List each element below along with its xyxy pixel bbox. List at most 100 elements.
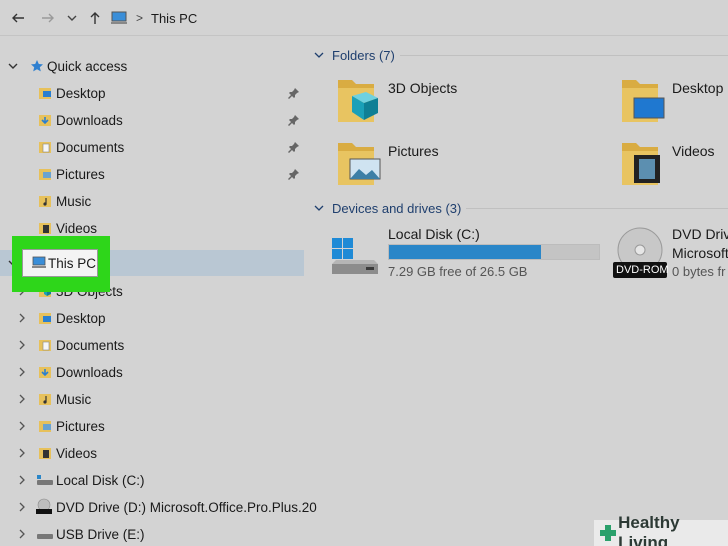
sidebar-item-label: DVD Drive (D:) Microsoft.Office.Pro.Plus… (56, 499, 317, 515)
folder-tile-3d-objects[interactable]: 3D Objects (334, 74, 584, 130)
sidebar-item-desktop[interactable]: Desktop (0, 305, 304, 331)
section-title: Devices and drives (3) (332, 200, 462, 216)
breadcrumb-this-pc[interactable]: This PC (151, 11, 197, 26)
sidebar-item-label: Downloads (56, 112, 123, 128)
forward-button[interactable] (38, 8, 58, 28)
sidebar-item-quick-pictures[interactable]: Pictures (0, 161, 304, 187)
sidebar-item-label: Local Disk (C:) (56, 472, 145, 488)
sidebar-item-music[interactable]: Music (0, 386, 304, 412)
sidebar-item-label: Desktop (56, 85, 106, 101)
section-divider (400, 55, 728, 56)
sidebar-item-label: Videos (56, 220, 98, 236)
chevron-down-icon (314, 205, 324, 211)
sidebar-item-downloads[interactable]: Downloads (0, 359, 304, 385)
chevron-right-icon[interactable] (17, 529, 27, 539)
videos-folder-icon (38, 221, 52, 235)
videos-folder-icon (622, 143, 660, 185)
pictures-folder-icon (38, 167, 52, 181)
up-button[interactable] (85, 8, 105, 28)
sidebar-item-label: Pictures (56, 166, 105, 182)
navigation-pane: Quick access Desktop Downloads Documents… (0, 40, 317, 546)
sidebar-item-label: Pictures (56, 418, 105, 434)
drive-free-space: 7.29 GB free of 26.5 GB (388, 264, 528, 279)
sidebar-item-label: Music (56, 193, 92, 209)
sidebar-item-label: Documents (56, 337, 125, 353)
sidebar-item-quick-downloads[interactable]: Downloads (0, 107, 304, 133)
chevron-right-icon[interactable] (17, 502, 27, 512)
pictures-folder-icon (338, 143, 381, 185)
pin-icon (288, 87, 300, 99)
this-pc-highlighted-item[interactable]: This PC (22, 249, 98, 277)
folder-label: 3D Objects (388, 80, 458, 96)
folder-tile-desktop[interactable]: Desktop (618, 74, 728, 130)
chevron-right-icon[interactable] (17, 394, 27, 404)
sidebar-item-label: Quick access (47, 58, 128, 74)
chevron-right-icon[interactable] (17, 475, 27, 485)
recent-locations-button[interactable] (62, 8, 82, 28)
chevron-right-icon[interactable] (17, 421, 27, 431)
folder-tile-videos[interactable]: Videos (618, 137, 728, 193)
computer-icon (31, 256, 47, 273)
sidebar-item-quick-music[interactable]: Music (0, 188, 304, 214)
star-icon (30, 59, 44, 73)
music-folder-icon (38, 194, 52, 208)
sidebar-item-label: Desktop (56, 310, 106, 326)
breadcrumb[interactable]: > This PC (110, 8, 197, 28)
dvd-rom-badge: DVD-ROM (616, 264, 669, 276)
downloads-folder-icon (38, 113, 52, 127)
chevron-right-icon[interactable] (17, 448, 27, 458)
back-button[interactable] (8, 8, 28, 28)
sidebar-item-label: Downloads (56, 364, 123, 380)
section-divider (466, 208, 728, 209)
3d-objects-folder-icon (338, 80, 378, 122)
breadcrumb-separator: > (136, 11, 144, 25)
videos-folder-icon (38, 446, 52, 460)
documents-folder-icon (38, 338, 52, 352)
desktop-folder-icon (38, 311, 52, 325)
hard-drive-icon (332, 238, 378, 274)
drive-free-space: 0 bytes fr (672, 264, 726, 279)
arrow-up-icon (90, 12, 100, 24)
drive-label: DVD Drive (672, 226, 728, 242)
folder-tile-pictures[interactable]: Pictures (334, 137, 584, 193)
section-title: Folders (7) (332, 47, 395, 63)
pictures-folder-icon (38, 419, 52, 433)
sidebar-item-label: USB Drive (E:) (56, 526, 145, 542)
sidebar-item-pictures[interactable]: Pictures (0, 413, 304, 439)
pin-icon (288, 114, 300, 126)
sidebar-item-quick-access[interactable]: Quick access (0, 53, 304, 79)
sidebar-item-usb-drive[interactable]: USB Drive (E:) (0, 521, 304, 546)
desktop-folder-icon (38, 86, 52, 100)
chevron-down-icon (67, 15, 77, 21)
sidebar-item-dvd-drive[interactable]: DVD Drive (D:) Microsoft.Office.Pro.Plus… (0, 494, 317, 520)
sidebar-item-quick-documents[interactable]: Documents (0, 134, 304, 160)
computer-icon (111, 11, 127, 24)
sidebar-item-quick-desktop[interactable]: Desktop (0, 80, 304, 106)
drive-usage-bar (388, 244, 600, 260)
chevron-down-icon[interactable] (8, 61, 18, 71)
drive-label: Local Disk (C:) (388, 226, 480, 242)
drive-sublabel: Microsoft (672, 245, 728, 261)
pin-icon (288, 141, 300, 153)
chevron-right-icon[interactable] (17, 313, 27, 323)
devices-section-header[interactable]: Devices and drives (3) (314, 198, 461, 218)
sidebar-item-local-disk[interactable]: Local Disk (C:) (0, 467, 304, 493)
sidebar-item-documents[interactable]: Documents (0, 332, 304, 358)
usb-drive-icon (36, 527, 54, 541)
arrow-right-icon (42, 13, 54, 23)
chevron-right-icon[interactable] (17, 340, 27, 350)
chevron-down-icon (314, 52, 324, 58)
sidebar-item-videos[interactable]: Videos (0, 440, 304, 466)
plus-icon (600, 525, 617, 541)
pin-icon (288, 168, 300, 180)
folder-label: Desktop (672, 80, 724, 96)
desktop-folder-icon (622, 80, 665, 122)
folder-label: Videos (672, 143, 715, 159)
folders-section-header[interactable]: Folders (7) (314, 45, 395, 65)
sidebar-item-label: Documents (56, 139, 125, 155)
chevron-right-icon[interactable] (17, 367, 27, 377)
sidebar-item-label: Music (56, 391, 92, 407)
drive-usage-fill (389, 245, 542, 259)
documents-folder-icon (38, 140, 52, 154)
drive-tile-dvd[interactable]: DVD-ROM DVD Drive Microsoft 0 bytes fr (612, 226, 728, 282)
